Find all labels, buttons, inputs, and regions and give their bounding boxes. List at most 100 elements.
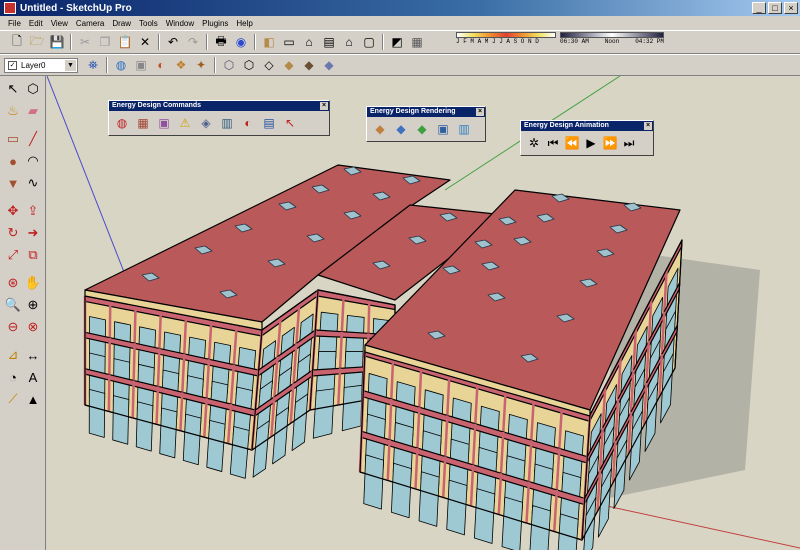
polygon-icon[interactable]: ▼ [4, 174, 22, 192]
model-info-icon[interactable]: ◉ [232, 33, 250, 51]
close-icon[interactable]: × [784, 2, 798, 14]
orbit-icon[interactable]: ⊛ [4, 274, 22, 292]
offset-icon[interactable]: ⧉ [24, 246, 42, 264]
rotate-icon[interactable]: ↻ [4, 224, 22, 242]
palette-titlebar[interactable]: Energy Design Rendering × [367, 107, 485, 117]
warning-icon[interactable]: ⚠ [176, 114, 194, 132]
close-icon[interactable]: × [320, 102, 328, 110]
menu-help[interactable]: Help [232, 19, 256, 28]
skip-to-end-icon[interactable]: ⏭ [620, 134, 638, 152]
shaded-style-icon[interactable]: ◆ [280, 56, 298, 74]
line-pencil-icon[interactable]: ╱ [24, 130, 42, 148]
arc-icon[interactable]: ◠ [24, 152, 42, 170]
left-view-icon[interactable]: ▢ [360, 33, 378, 51]
render-thermal-icon[interactable]: ◆ [392, 120, 410, 138]
copy-icon[interactable]: ❐ [96, 33, 114, 51]
construction-set-icon[interactable]: ▣ [155, 114, 173, 132]
open-folder-icon[interactable]: 🗁 [28, 33, 46, 51]
minimize-icon[interactable]: _ [752, 2, 766, 14]
eraser-icon[interactable]: ▰ [24, 102, 42, 120]
paste-icon[interactable]: 📋 [116, 33, 134, 51]
display-fog-icon[interactable]: ▦ [408, 33, 426, 51]
toggle-terrain-icon[interactable]: ◐ [152, 56, 170, 74]
close-icon[interactable]: × [476, 108, 484, 116]
shadow-time-slider[interactable]: 06:30 AM Noon 04:32 PM [560, 32, 664, 45]
tape-measure-icon[interactable]: ⊿ [4, 346, 22, 364]
layer-visible-checkbox[interactable]: ✓ [8, 60, 17, 70]
wireframe-style-icon[interactable]: ⬡ [240, 56, 258, 74]
layer-manager-icon[interactable]: ⛯ [84, 56, 102, 74]
close-icon[interactable]: × [644, 122, 652, 130]
select-arrow-icon[interactable]: ↖ [4, 80, 22, 98]
save-icon[interactable]: 💾 [48, 33, 66, 51]
redo-icon[interactable]: ↷ [184, 33, 202, 51]
cut-icon[interactable]: ✂ [76, 33, 94, 51]
menu-plugins[interactable]: Plugins [198, 19, 232, 28]
menu-tools[interactable]: Tools [135, 19, 162, 28]
make-component-icon[interactable]: ⬡ [24, 80, 42, 98]
monochrome-style-icon[interactable]: ◆ [320, 56, 338, 74]
palette-titlebar[interactable]: Energy Design Commands × [109, 101, 329, 111]
pan-hand-icon[interactable]: ✋ [24, 274, 42, 292]
menu-camera[interactable]: Camera [72, 19, 108, 28]
menu-window[interactable]: Window [162, 19, 198, 28]
erase-icon[interactable]: ✕ [136, 33, 154, 51]
building-model-scene[interactable] [47, 76, 800, 550]
modeling-viewport[interactable] [47, 76, 800, 550]
building-setup-icon[interactable]: ◍ [113, 114, 131, 132]
run-simulation-icon[interactable]: ◐ [239, 114, 257, 132]
text-label-icon[interactable]: A [24, 368, 42, 386]
materials-icon[interactable]: ✦ [192, 56, 210, 74]
chevron-down-icon[interactable]: ▼ [65, 59, 76, 71]
results-report-icon[interactable]: ▤ [260, 114, 278, 132]
right-view-icon[interactable]: ▤ [320, 33, 338, 51]
play-icon[interactable]: ▶ [582, 134, 600, 152]
freehand-icon[interactable]: ∿ [24, 174, 42, 192]
protractor-icon[interactable]: ◔ [4, 368, 22, 386]
render-surfaces-icon[interactable]: ▣ [434, 120, 452, 138]
print-icon[interactable]: 🖶 [212, 33, 230, 51]
skip-to-start-icon[interactable]: ⏮ [544, 134, 562, 152]
zoom-extents-icon[interactable]: ⊗ [24, 318, 42, 336]
zoom-window-icon[interactable]: ⊕ [24, 296, 42, 314]
shadow-date-slider[interactable]: J F M A M J J A S O N D [456, 32, 556, 45]
menu-file[interactable]: File [4, 19, 25, 28]
maximize-icon[interactable]: □ [768, 2, 782, 14]
textured-style-icon[interactable]: ◆ [300, 56, 318, 74]
axes-icon[interactable]: ⟋ [4, 390, 22, 408]
zone-assign-icon[interactable]: ▦ [134, 114, 152, 132]
menu-edit[interactable]: Edit [25, 19, 47, 28]
rectangle-icon[interactable]: ▭ [4, 130, 22, 148]
push-pull-icon[interactable]: ⇪ [24, 202, 42, 220]
paint-bucket-icon[interactable]: ♨ [4, 102, 22, 120]
new-file-icon[interactable]: 🗋 [8, 33, 26, 51]
zoom-icon[interactable]: 🔍 [4, 296, 22, 314]
schedule-icon[interactable]: ▥ [218, 114, 236, 132]
hidden-line-style-icon[interactable]: ◇ [260, 56, 278, 74]
components-icon[interactable]: ❖ [172, 56, 190, 74]
circle-icon[interactable]: ● [4, 152, 22, 170]
undo-icon[interactable]: ↶ [164, 33, 182, 51]
menu-view[interactable]: View [47, 19, 72, 28]
scale-icon[interactable]: ⤢ [4, 246, 22, 264]
display-shadows-icon[interactable]: ◩ [388, 33, 406, 51]
previous-view-icon[interactable]: ⊖ [4, 318, 22, 336]
follow-me-icon[interactable]: ➜ [24, 224, 42, 242]
render-legend-icon[interactable]: ▥ [455, 120, 473, 138]
photo-texture-icon[interactable]: ▣ [132, 56, 150, 74]
dimension-icon[interactable]: ↔ [24, 346, 42, 364]
hvac-systems-icon[interactable]: ◈ [197, 114, 215, 132]
move-icon[interactable]: ✥ [4, 202, 22, 220]
iso-view-icon[interactable]: ◧ [260, 33, 278, 51]
geo-location-icon[interactable]: ◍ [112, 56, 130, 74]
layer-dropdown[interactable]: ✓ Layer0 ▼ [4, 57, 78, 73]
help-pointer-icon[interactable]: ↖ [281, 114, 299, 132]
back-view-icon[interactable]: ⌂ [340, 33, 358, 51]
render-solid-icon[interactable]: ◆ [371, 120, 389, 138]
rewind-icon[interactable]: ⏪ [563, 134, 581, 152]
xray-style-icon[interactable]: ⬡ [220, 56, 238, 74]
render-zones-icon[interactable]: ◆ [413, 120, 431, 138]
fast-forward-icon[interactable]: ⏩ [601, 134, 619, 152]
palette-titlebar[interactable]: Energy Design Animation × [521, 121, 653, 131]
front-view-icon[interactable]: ⌂ [300, 33, 318, 51]
